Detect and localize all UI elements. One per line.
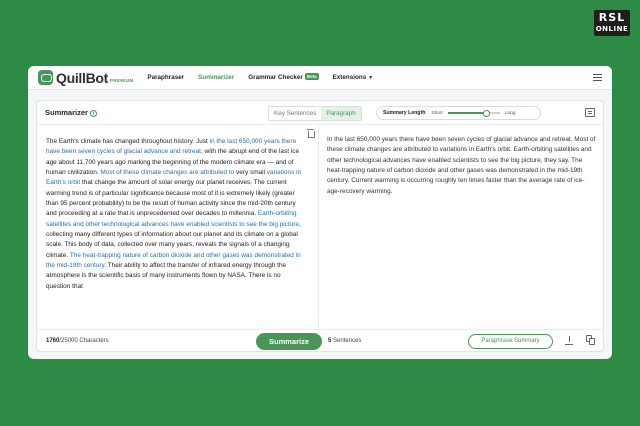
character-count: 1760/25000 Characters: [46, 338, 109, 344]
length-short-label: Short: [431, 110, 443, 116]
trash-icon[interactable]: [307, 129, 315, 138]
summarizer-title: Summarizer i: [45, 108, 97, 117]
download-icon[interactable]: [565, 336, 573, 346]
tab-key-sentences[interactable]: Key Sentences: [269, 107, 321, 120]
nav-grammar-checker[interactable]: Grammar Checker Beta: [248, 73, 319, 81]
mode-tabs: Key Sentences Paragraph: [268, 106, 362, 121]
output-column: In the last 650,000 years there have bee…: [319, 125, 605, 329]
summary-length-control: Summary Length Short Long: [376, 106, 541, 120]
input-text-segment: The Earth's climate has changed througho…: [46, 138, 210, 145]
summary-length-label: Summary Length: [383, 110, 426, 116]
top-navigation: QuillBot PREMIUM Paraphraser Summarizer …: [28, 66, 612, 90]
input-textarea[interactable]: The Earth's climate has changed througho…: [46, 137, 302, 323]
logo-text: QuillBot: [56, 69, 109, 86]
nav-grammar-checker-label: Grammar Checker: [248, 74, 303, 81]
character-count-total: /25000 Characters: [59, 338, 109, 344]
paraphrase-summary-button[interactable]: Paraphrase Summary: [468, 334, 553, 349]
menu-icon[interactable]: [593, 74, 602, 81]
length-long-label: Long: [504, 110, 516, 116]
nav-summarizer[interactable]: Summarizer: [198, 74, 234, 81]
nav-paraphraser[interactable]: Paraphraser: [147, 74, 184, 81]
app-window: QuillBot PREMIUM Paraphraser Summarizer …: [28, 66, 612, 359]
panel-toolbar: Summarizer i Key Sentences Paragraph Summ…: [37, 101, 603, 125]
summarize-button[interactable]: Summarize: [256, 333, 322, 350]
tab-paragraph[interactable]: Paragraph: [321, 107, 361, 120]
quillbot-logo[interactable]: QuillBot PREMIUM: [38, 70, 133, 86]
highlighted-sentence: Most of these climate changes are attrib…: [100, 169, 235, 177]
robot-logo-icon: [38, 70, 53, 85]
copy-icon[interactable]: [586, 335, 595, 345]
summarizer-panel: Summarizer i Key Sentences Paragraph Summ…: [36, 100, 604, 352]
slider-fill: [447, 112, 487, 114]
sentence-count-label: Sentences: [331, 338, 362, 344]
summary-length-slider[interactable]: [447, 109, 500, 117]
info-icon[interactable]: i: [89, 110, 97, 117]
badge-line1: RSL: [598, 11, 626, 24]
badge-line2: ONLINE: [595, 25, 629, 33]
summary-output: In the last 650,000 years there have bee…: [327, 136, 596, 195]
beta-badge: Beta: [304, 73, 319, 80]
panel-footer: 1760/25000 Characters Summarize 5 Senten…: [37, 329, 603, 352]
nav-extensions-label: Extensions: [332, 74, 367, 81]
sentence-count: 5 Sentences: [328, 338, 361, 344]
summarizer-title-text: Summarizer: [45, 108, 88, 117]
input-column: The Earth's climate has changed througho…: [37, 125, 319, 329]
comment-icon[interactable]: [585, 108, 595, 117]
chevron-down-icon: ▼: [368, 75, 374, 81]
rsl-online-badge: RSL ONLINE: [594, 10, 630, 36]
nav-extensions[interactable]: Extensions ▼: [333, 74, 374, 81]
premium-label: PREMIUM: [110, 78, 134, 83]
character-count-value: 1760: [46, 338, 60, 344]
slider-thumb[interactable]: [483, 109, 491, 117]
input-text-segment: very small: [234, 169, 267, 177]
